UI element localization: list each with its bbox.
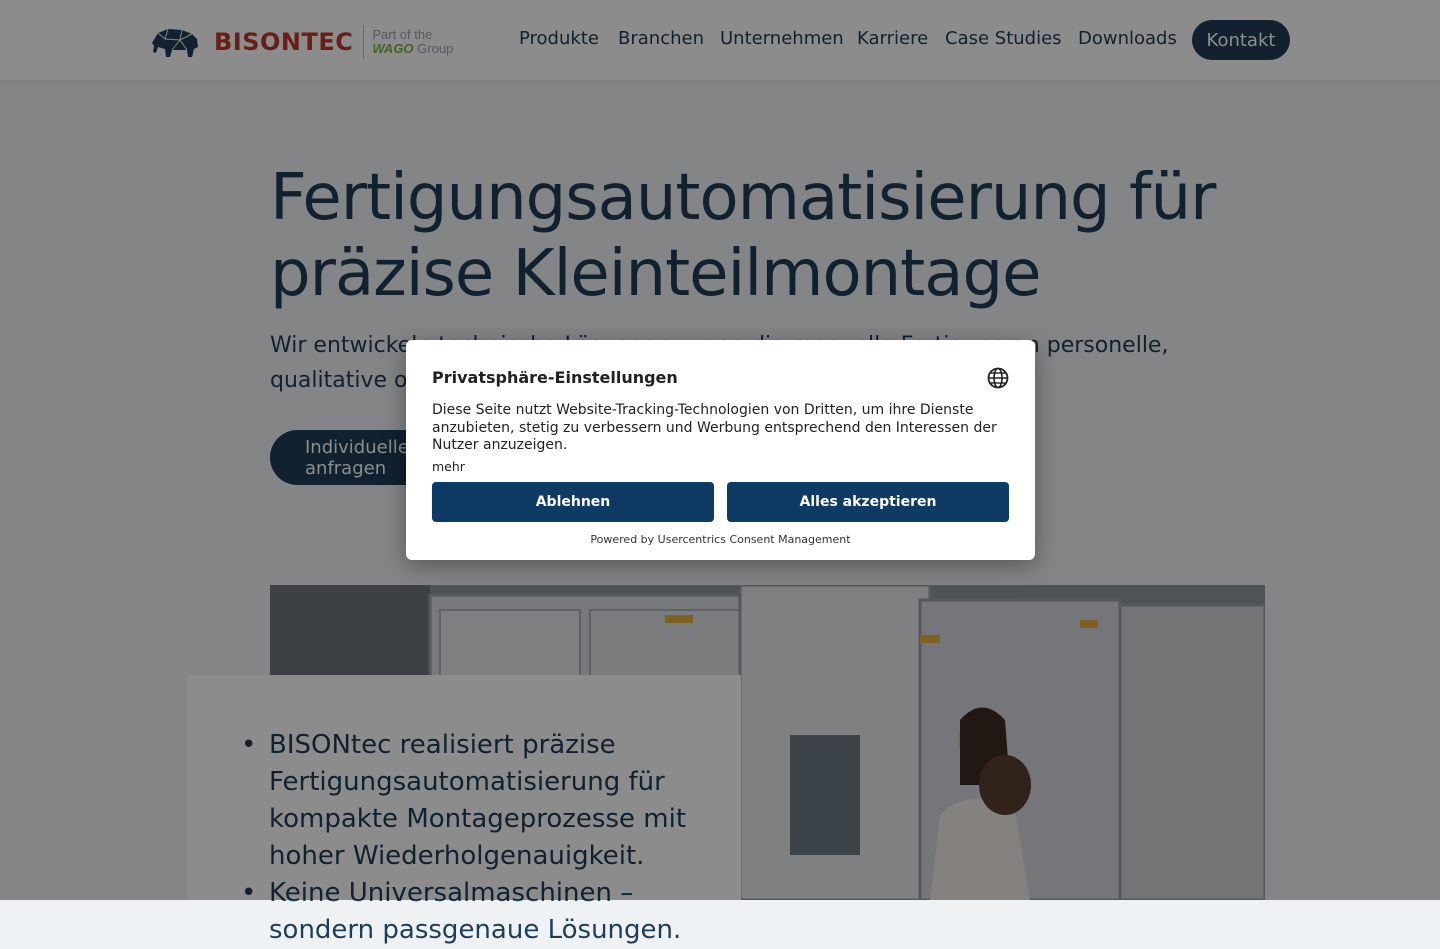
accept-all-button[interactable]: Alles akzeptieren	[727, 482, 1009, 522]
consent-title: Privatsphäre-Einstellungen	[432, 368, 678, 387]
more-link[interactable]: mehr	[432, 459, 1009, 474]
globe-icon[interactable]	[987, 367, 1009, 389]
powered-by[interactable]: Powered by Usercentrics Consent Manageme…	[406, 533, 1035, 546]
consent-text: Diese Seite nutzt Website-Tracking-Techn…	[432, 402, 997, 453]
consent-actions: Ablehnen Alles akzeptieren	[432, 482, 1009, 522]
consent-dialog: Privatsphäre-Einstellungen Diese Seite n…	[406, 340, 1035, 560]
decline-button[interactable]: Ablehnen	[432, 482, 714, 522]
